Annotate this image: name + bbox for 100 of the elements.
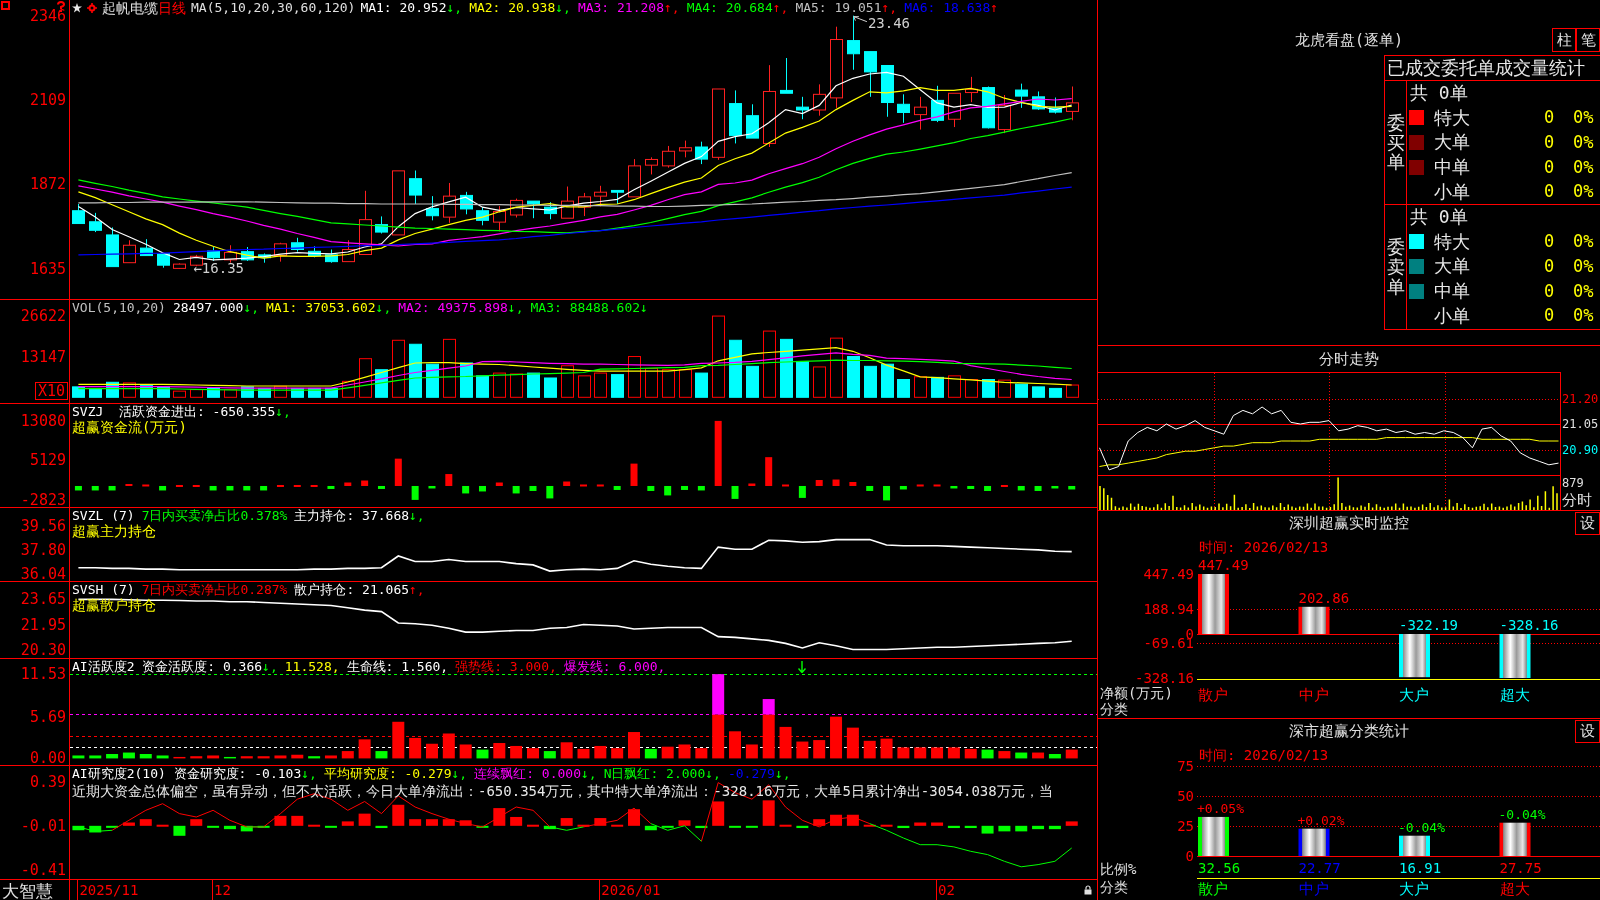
- category-label: 大户: [1399, 881, 1429, 898]
- value-label: 27.75: [1499, 860, 1542, 876]
- date-label: 2026/01: [599, 880, 661, 900]
- value-label: 16.91: [1399, 860, 1442, 876]
- axis-label: 21.20: [1562, 391, 1599, 406]
- indicator-subtitle: 超赢主力持仓: [72, 523, 156, 539]
- indicator-value: 爆发线: 6.000,: [563, 659, 666, 674]
- indicator-name: MA(5,10,20,30,60,120): [191, 0, 356, 16]
- indicator-value: AI活跃度2 资金活跃度: 0.366↓,: [72, 659, 278, 674]
- order-total: 共 0单: [1410, 208, 1468, 227]
- panel-title: 龙虎看盘(逐单): [1294, 31, 1404, 49]
- axis-label: 50: [1177, 788, 1194, 804]
- axis-label: -328.16: [1135, 670, 1194, 686]
- order-size-label: 中单: [1434, 282, 1471, 301]
- axis-label: 20.90: [1562, 442, 1599, 457]
- change-label: +0.02%: [1297, 813, 1345, 828]
- axis-label: 2346: [29, 8, 66, 24]
- value-label: -328.16: [1499, 618, 1559, 633]
- axis-label: 0.39: [29, 774, 66, 789]
- order-percent: 0%: [1573, 233, 1594, 251]
- axis-title: 净额(万元): [1100, 685, 1173, 701]
- price-annotation: 23.46: [867, 15, 911, 31]
- indicator-subtitle: 超赢资金流(万元): [72, 419, 187, 435]
- table-title: 已成交委托单成交量统计: [1387, 57, 1585, 78]
- value-label: 202.86: [1298, 590, 1350, 606]
- chart-mode-label: 分时: [1562, 491, 1592, 509]
- axis-label: 39.56: [20, 518, 66, 534]
- order-size-label: 特大: [1434, 108, 1471, 127]
- panel-title: 深市超赢分类统计: [1289, 722, 1409, 740]
- axis-label: 0: [1185, 848, 1194, 864]
- change-label: -0.04%: [1498, 807, 1546, 822]
- indicator-value: MA2: 49375.898↓,: [398, 300, 524, 315]
- indicator-value: 强势线: 3.000,: [455, 659, 557, 674]
- order-percent: 0%: [1573, 282, 1594, 300]
- volume-reading: 879: [1562, 476, 1584, 491]
- category-label: 散户: [1198, 881, 1228, 898]
- axis-label: -2823: [20, 492, 66, 508]
- axis-title: 比例%: [1100, 860, 1137, 878]
- indicator-value: 11.528,: [284, 659, 340, 674]
- indicator-value: MA6: 18.638↑: [904, 0, 999, 16]
- order-percent: 0%: [1573, 183, 1594, 201]
- category-label: 散户: [1198, 687, 1228, 704]
- axis-label: 5.69: [29, 709, 66, 725]
- axis-label: 0.00: [29, 750, 66, 766]
- date-label: 02: [936, 880, 955, 900]
- date-label: 2025/11: [77, 880, 139, 900]
- timestamp: 时间: 2026/02/13: [1199, 747, 1329, 763]
- indicator-value: 7日内买卖净占比0.287%: [141, 582, 288, 597]
- stock-name: 起帆电缆: [102, 0, 158, 16]
- panel-title: 分时走势: [1319, 350, 1379, 368]
- axis-label: 11.53: [20, 666, 66, 682]
- value-label: 447.49: [1198, 558, 1249, 573]
- axis-label: 21.95: [20, 617, 66, 633]
- indicator-subtitle: 超赢散户持仓: [72, 597, 156, 613]
- indicator-value: -0.279↓,: [727, 766, 791, 781]
- order-percent: 0%: [1573, 307, 1594, 325]
- indicator-value: SVZL (7): [72, 508, 135, 523]
- order-total: 共 0单: [1410, 84, 1468, 103]
- axis-title: 分类: [1100, 701, 1128, 717]
- period-label: 日线: [158, 0, 186, 16]
- indicator-value: 28497.000↓,: [172, 300, 260, 315]
- axis-title: 分类: [1100, 878, 1128, 896]
- panel-title: 深圳超赢实时监控: [1289, 514, 1409, 532]
- axis-label: 1635: [29, 261, 66, 277]
- order-percent: 0%: [1573, 158, 1594, 176]
- axis-label: 36.04: [20, 566, 66, 582]
- axis-label: 26622: [20, 308, 66, 324]
- axis-label: 188.94: [1143, 601, 1194, 617]
- order-size-label: 大单: [1434, 133, 1471, 152]
- order-count: 0: [1542, 183, 1556, 201]
- indicator-value: MA3: 21.208↑,: [577, 0, 680, 16]
- indicator-value: MA2: 20.938↓,: [469, 0, 571, 16]
- indicator-value: 主力持仓: 37.668↓,: [294, 508, 425, 523]
- axis-label: -0.01: [20, 818, 66, 834]
- value-label: -322.19: [1399, 618, 1458, 633]
- indicator-value: SVSH (7): [72, 582, 135, 597]
- axis-label: 37.80: [20, 542, 66, 558]
- value-label: 22.77: [1298, 860, 1341, 876]
- order-size-label: 小单: [1434, 182, 1471, 201]
- order-percent: 0%: [1573, 258, 1594, 275]
- category-label: 中户: [1298, 687, 1329, 704]
- axis-label: 1872: [29, 176, 66, 192]
- indicator-value: 7日内买卖净占比0.378%: [141, 508, 288, 523]
- order-size-label: 大单: [1434, 257, 1471, 276]
- indicator-value: N日飘红: 2.000↓,: [603, 766, 721, 781]
- indicator-value: MA4: 20.684↑,: [686, 0, 789, 16]
- group-label: 委买单: [1386, 112, 1405, 173]
- axis-label: 447.49: [1143, 566, 1194, 582]
- order-size-label: 中单: [1434, 158, 1471, 177]
- axis-label: 5129: [29, 453, 66, 468]
- axis-label: 20.30: [20, 642, 66, 658]
- order-count: 0: [1542, 109, 1556, 127]
- category-label: 超大: [1499, 881, 1530, 898]
- change-label: -0.04%: [1398, 820, 1445, 835]
- indicator-value: 连续飘红: 0.000↓,: [474, 766, 597, 781]
- axis-label: 25: [1177, 818, 1194, 834]
- order-count: 0: [1542, 307, 1556, 325]
- order-count: 0: [1542, 158, 1556, 176]
- indicator-value: 平均研究度: -0.279↓,: [323, 766, 468, 781]
- order-count: 0: [1542, 282, 1556, 300]
